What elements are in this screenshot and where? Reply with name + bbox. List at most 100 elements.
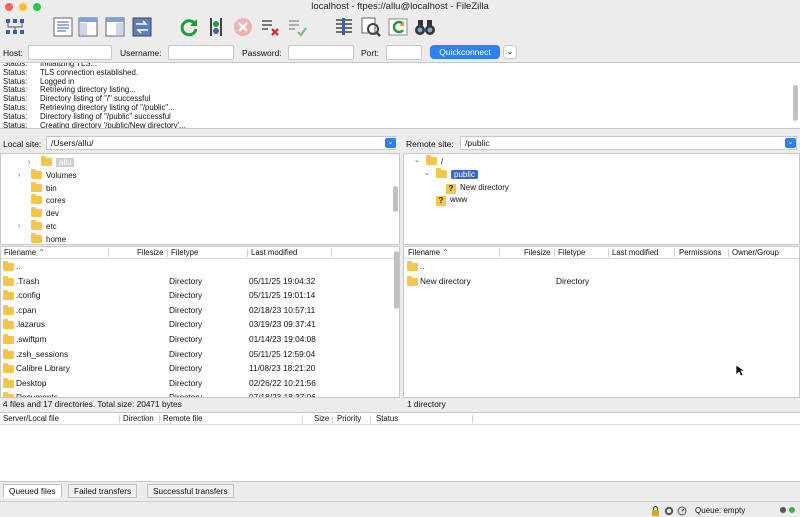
tab-queued-files[interactable]: Queued files: [3, 484, 62, 498]
remote-path-input[interactable]: /public: [460, 136, 797, 150]
close-window-icon[interactable]: [5, 3, 13, 11]
message-log[interactable]: Status: Initializing TLS... Status: TLS con…: [0, 62, 800, 129]
zoom-window-icon[interactable]: [33, 3, 41, 11]
local-tree-item[interactable]: dev: [31, 207, 59, 220]
local-file-list[interactable]: Filename ⌃ Filesize Filetype Last modifi…: [0, 246, 400, 398]
process-queue-icon[interactable]: [205, 16, 227, 38]
local-tree-item[interactable]: home: [31, 232, 66, 244]
toggle-transfer-queue-icon[interactable]: [131, 16, 153, 38]
remote-col-owner[interactable]: Owner/Group: [732, 247, 779, 259]
local-col-filesize[interactable]: Filesize: [137, 247, 163, 259]
queue-tabs: Queued files Failed transfers Successful…: [0, 483, 800, 500]
remote-col-filetype[interactable]: Filetype: [558, 247, 585, 259]
remote-file-list[interactable]: Filename ⌃ Filesize Filetype Last modifi…: [403, 246, 800, 398]
queue-col-remote[interactable]: Remote file: [163, 413, 202, 425]
tree-expand-icon[interactable]: ›: [18, 170, 20, 182]
toggle-log-icon[interactable]: [52, 16, 74, 38]
remote-status: 1 directory: [407, 399, 446, 409]
queue-col-size[interactable]: Size: [314, 413, 329, 425]
tree-expand-icon[interactable]: ⌄: [424, 168, 430, 180]
queue-col-priority[interactable]: Priority: [337, 413, 361, 425]
local-col-filename[interactable]: Filename ⌃: [4, 247, 45, 259]
table-row[interactable]: .cpan Directory 02/18/23 10:57:11: [1, 303, 399, 318]
minimize-window-icon[interactable]: [19, 3, 27, 11]
toggle-remote-tree-icon[interactable]: [104, 16, 126, 38]
synchronized-browsing-icon[interactable]: [360, 16, 382, 38]
username-input[interactable]: [168, 45, 234, 60]
table-row[interactable]: New directory Directory: [404, 274, 799, 289]
host-input[interactable]: [28, 45, 112, 60]
local-directory-tree[interactable]: › allu › Volumes bin cores dev › etc home: [0, 153, 400, 245]
search-remote-icon[interactable]: [387, 16, 409, 38]
tree-expand-icon[interactable]: ⌄: [414, 155, 420, 167]
host-label: Host:: [3, 48, 23, 58]
transfer-queue[interactable]: Server/Local file Direction Remote file …: [0, 412, 800, 482]
log-scrollbar[interactable]: [793, 85, 798, 121]
remote-col-permissions[interactable]: Permissions: [679, 247, 721, 259]
local-tree-item[interactable]: bin: [31, 181, 57, 195]
local-path-dropdown-icon[interactable]: ⌄: [385, 138, 396, 148]
local-col-filetype[interactable]: Filetype: [171, 247, 198, 259]
site-manager-icon[interactable]: [4, 16, 26, 38]
port-input[interactable]: [386, 45, 422, 60]
remote-col-modified[interactable]: Last modified: [612, 247, 658, 259]
quickconnect-button[interactable]: Quickconnect: [430, 45, 500, 59]
folder-icon: [3, 363, 14, 374]
table-row[interactable]: .Trash Directory 05/11/25 19:04:32: [1, 274, 399, 289]
remote-path-dropdown-icon[interactable]: ⌄: [785, 138, 796, 148]
local-tree-item[interactable]: › Volumes: [18, 168, 77, 182]
table-row[interactable]: .swiftpm Directory 01/14/23 19:04:08: [1, 332, 399, 347]
local-tree-item[interactable]: › allu: [28, 156, 75, 169]
queue-col-server[interactable]: Server/Local file: [3, 413, 59, 425]
remote-col-filesize[interactable]: Filesize: [524, 247, 550, 259]
folder-icon: [31, 220, 42, 230]
table-row[interactable]: ..: [404, 259, 799, 274]
local-tree-item[interactable]: › etc: [18, 220, 57, 233]
gear-icon[interactable]: [664, 506, 674, 516]
table-row[interactable]: .lazarus Directory 03/19/23 09:37:41: [1, 317, 399, 332]
remote-tree-item[interactable]: ⌄ /: [414, 155, 443, 168]
local-col-modified[interactable]: Last modified: [251, 247, 297, 259]
table-row[interactable]: .config Directory 05/11/25 19:01:14: [1, 288, 399, 303]
local-path-input[interactable]: /Users/allu/: [46, 136, 396, 150]
local-tree-item[interactable]: cores: [31, 194, 66, 207]
local-site-bar: Local site: /Users/allu/ ⌄: [0, 134, 400, 152]
remote-col-filename[interactable]: Filename ⌃: [408, 247, 449, 259]
refresh-icon[interactable]: [178, 16, 200, 38]
quickconnect-history-button[interactable]: ⌄: [503, 45, 517, 59]
file-type: Directory: [556, 275, 590, 286]
queue-col-status[interactable]: Status: [376, 413, 398, 425]
remote-directory-tree[interactable]: ⌄ / ⌄ public? New directory? www: [403, 153, 800, 245]
disconnect-icon[interactable]: [259, 16, 281, 38]
folder-icon: [3, 290, 14, 301]
queue-col-direction[interactable]: Direction: [123, 413, 154, 425]
remote-tree-item[interactable]: ⌄ public: [424, 167, 478, 181]
tab-failed-transfers[interactable]: Failed transfers: [68, 484, 138, 498]
find-files-icon[interactable]: [414, 16, 436, 38]
file-modified: 01/14/23 19:04:08: [249, 334, 316, 344]
toggle-local-tree-icon[interactable]: [77, 16, 99, 38]
reconnect-icon[interactable]: [286, 16, 308, 38]
table-row[interactable]: ..: [1, 259, 399, 274]
tree-expand-icon[interactable]: ›: [28, 157, 30, 169]
local-tree-scrollbar[interactable]: [393, 186, 398, 212]
local-list-scrollbar[interactable]: [394, 251, 399, 309]
password-input[interactable]: [288, 45, 354, 60]
file-modified: 05/11/25 12:59:04: [249, 348, 316, 359]
table-row[interactable]: Documents Directory 07/18/23 18:37:06: [1, 390, 399, 397]
table-row[interactable]: Desktop Directory 02/26/22 10:21:56: [1, 376, 399, 391]
table-row[interactable]: .zsh_sessions Directory 05/11/25 12:59:04: [1, 347, 399, 362]
speed-limit-icon[interactable]: [677, 506, 687, 516]
tree-expand-icon[interactable]: ›: [18, 221, 20, 233]
remote-tree-item[interactable]: ? New directory: [446, 182, 509, 194]
remote-tree-item[interactable]: ? www: [436, 194, 467, 207]
directory-comparison-icon[interactable]: [333, 16, 355, 38]
tree-item-label: New directory: [460, 182, 509, 192]
remote-list-header: Filename ⌃ Filesize Filetype Last modifi…: [404, 247, 799, 259]
folder-icon: [31, 168, 42, 179]
cancel-icon[interactable]: [232, 16, 254, 38]
folder-icon: [31, 207, 42, 218]
table-row[interactable]: Calibre Library Directory 11/08/23 18:21:2…: [1, 361, 399, 376]
lock-icon[interactable]: [651, 506, 660, 516]
tab-successful-transfers[interactable]: Successful transfers: [147, 484, 234, 498]
